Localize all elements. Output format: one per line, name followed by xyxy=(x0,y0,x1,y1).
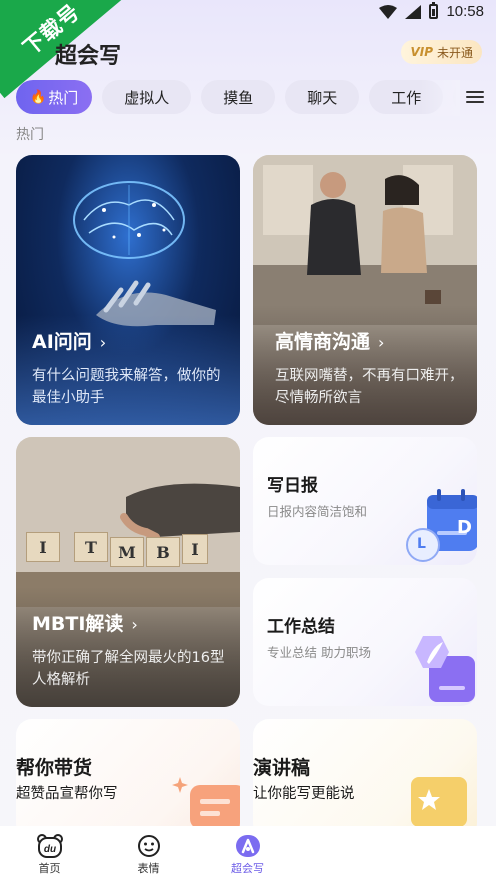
tab-hot[interactable]: 🔥 热门 xyxy=(16,80,93,114)
fire-icon: 🔥 xyxy=(30,89,47,105)
smiley-face-icon xyxy=(137,835,160,857)
card-sales[interactable]: 帮你带货 超赞品宣帮你写 xyxy=(16,719,240,839)
card-title: 工作总结 xyxy=(267,617,335,637)
card-title: MBTI解读 › xyxy=(32,613,138,635)
tabs-fade xyxy=(420,80,460,116)
tab-label: 摸鱼 xyxy=(223,88,254,107)
cube-letter-m: M xyxy=(110,537,144,567)
chevron-right-icon: › xyxy=(99,333,107,352)
cube-letter-i: I xyxy=(26,532,60,562)
card-daily-report[interactable]: 写日报 日报内容简洁饱和 D L xyxy=(253,437,477,565)
tab-chat[interactable]: 聊天 xyxy=(285,80,360,114)
tab-label: 虚拟人 xyxy=(124,88,170,107)
tab-virtual-human[interactable]: 虚拟人 xyxy=(102,80,192,114)
card-subtitle: 日报内容简洁饱和 xyxy=(267,504,368,519)
card-subtitle: 让你能写更能说 xyxy=(253,786,355,802)
calendar-letter-l: L xyxy=(417,536,426,552)
tab-slack-off[interactable]: 摸鱼 xyxy=(201,80,276,114)
card-title: 高情商沟通 › xyxy=(275,331,385,353)
cube-letter-i2: I xyxy=(182,534,208,564)
nav-super-writer[interactable]: 超会写 xyxy=(198,826,297,881)
card-speech[interactable]: 演讲稿 让你能写更能说 xyxy=(253,719,477,839)
cube-letter-b: B xyxy=(146,537,180,567)
category-tabs: 🔥 热门 虚拟人 摸鱼 聊天 工作 创 xyxy=(16,80,456,116)
nav-emoji[interactable]: 表情 xyxy=(99,826,198,881)
svg-text:du: du xyxy=(43,844,55,855)
card-mbti[interactable]: I T M B I MBTI解读 › 带你正确了解全网最火的16型人格解析 xyxy=(16,437,240,707)
nav-label: 表情 xyxy=(137,862,160,875)
card-subtitle: 超赞品宣帮你写 xyxy=(16,786,118,802)
bottom-nav: du 首页 表情 超会写 xyxy=(0,826,496,881)
card-work-summary[interactable]: 工作总结 专业总结 助力职场 xyxy=(253,578,477,706)
nav-label: 超会写 xyxy=(231,862,264,875)
card-subtitle: 互联网嘴替，不再有口难开，尽情畅所欲言 xyxy=(275,368,464,406)
chevron-right-icon: › xyxy=(378,333,385,352)
cube-letter-t: T xyxy=(74,532,108,562)
writer-a-icon xyxy=(235,835,260,857)
card-title: 演讲稿 xyxy=(253,757,311,779)
tab-label: 热门 xyxy=(48,88,79,107)
bear-du-icon: du xyxy=(36,834,63,858)
nav-home[interactable]: du 首页 xyxy=(0,826,99,881)
tab-label: 工作 xyxy=(391,88,422,107)
card-title: 写日报 xyxy=(267,476,318,496)
signal-icon xyxy=(405,4,422,19)
page-title: 超会写 xyxy=(55,44,122,69)
status-icons: 10:58 xyxy=(379,2,484,20)
card-subtitle: 专业总结 助力职场 xyxy=(267,645,371,660)
vip-mark: VIP xyxy=(410,45,433,59)
card-ai-ask[interactable]: AI问问 › 有什么问题我来解答，做你的最佳小助手 xyxy=(16,155,240,425)
card-subtitle: 有什么问题我来解答，做你的最佳小助手 xyxy=(32,368,221,406)
calendar-letter-d: D xyxy=(457,517,472,538)
card-title: AI问问 › xyxy=(32,331,107,353)
nav-label: 首页 xyxy=(38,862,61,875)
menu-icon[interactable] xyxy=(466,88,484,106)
mbti-scene xyxy=(16,437,240,607)
card-eq-communication[interactable]: 高情商沟通 › 互联网嘴替，不再有口难开，尽情畅所欲言 xyxy=(253,155,477,425)
battery-icon xyxy=(429,2,439,19)
section-label: 热门 xyxy=(16,127,44,143)
chevron-right-icon: › xyxy=(131,615,138,634)
quill-icon xyxy=(415,636,475,702)
status-time: 10:58 xyxy=(446,3,484,20)
vip-status: 未开通 xyxy=(436,45,473,60)
wifi-icon xyxy=(379,4,398,19)
card-subtitle: 带你正确了解全网最火的16型人格解析 xyxy=(32,650,225,688)
tab-label: 聊天 xyxy=(307,88,338,107)
vip-badge[interactable]: VIP 未开通 xyxy=(401,40,482,64)
card-title: 帮你带货 xyxy=(16,757,93,779)
conversation-illustration xyxy=(253,155,477,325)
